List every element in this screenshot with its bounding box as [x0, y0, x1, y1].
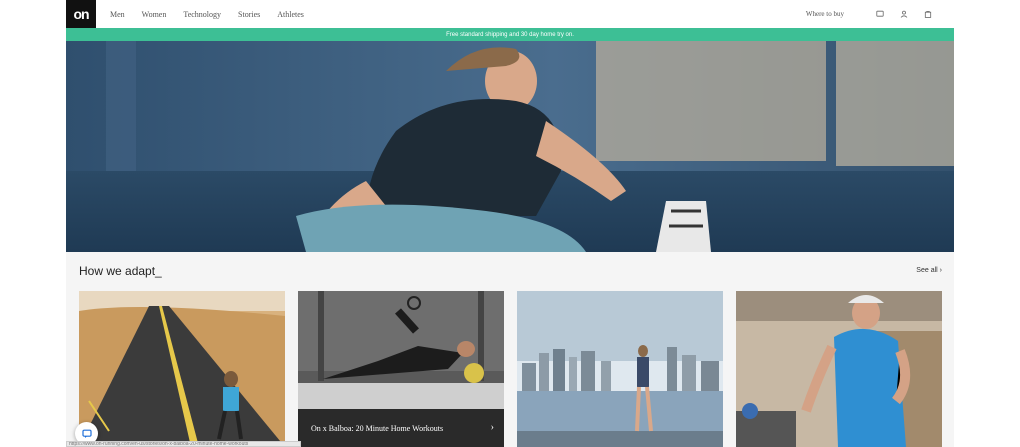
story-card-1[interactable] [79, 291, 285, 447]
story-card-3[interactable] [517, 291, 723, 447]
story-card-2[interactable]: On x Balboa: 20 Minute Home Workouts › [298, 291, 504, 447]
nav-stories[interactable]: Stories [238, 10, 260, 19]
promo-banner[interactable]: Free standard shipping and 30 day home t… [66, 28, 954, 41]
chat-icon [81, 429, 92, 438]
status-url: https://www.on-running.com/en-us/stories… [69, 441, 249, 447]
nav-women[interactable]: Women [142, 10, 167, 19]
brand-logo[interactable]: on [66, 0, 96, 28]
section-title: How we adapt_ [79, 264, 162, 278]
how-we-adapt-section: How we adapt_ See all › On x Balboa: 20 … [66, 252, 954, 447]
nav-men[interactable]: Men [110, 10, 125, 19]
bag-icon[interactable] [923, 10, 932, 19]
card-caption[interactable]: On x Balboa: 20 Minute Home Workouts › [298, 409, 504, 447]
where-to-buy-link[interactable]: Where to buy [806, 10, 844, 18]
globe-icon[interactable] [875, 10, 884, 19]
nav-right: Where to buy [806, 10, 932, 19]
chevron-right-icon: › [490, 422, 494, 433]
nav-athletes[interactable]: Athletes [277, 10, 304, 19]
nav-technology[interactable]: Technology [183, 10, 221, 19]
nav-links: Men Women Technology Stories Athletes [110, 10, 321, 19]
logo-text: on [73, 6, 89, 22]
user-icon[interactable] [899, 10, 908, 19]
see-all-label: See all [916, 267, 938, 274]
top-nav: on Men Women Technology Stories Athletes… [66, 0, 954, 28]
hero-image[interactable] [66, 41, 954, 252]
chevron-right-icon: › [939, 267, 942, 274]
story-card-4[interactable] [736, 291, 942, 447]
browser-status-bar: https://www.on-running.com/en-us/stories… [66, 441, 301, 447]
page: on Men Women Technology Stories Athletes… [0, 0, 1020, 447]
see-all-link[interactable]: See all › [916, 267, 942, 274]
card-caption-text: On x Balboa: 20 Minute Home Workouts [311, 423, 444, 433]
promo-text: Free standard shipping and 30 day home t… [446, 31, 574, 38]
